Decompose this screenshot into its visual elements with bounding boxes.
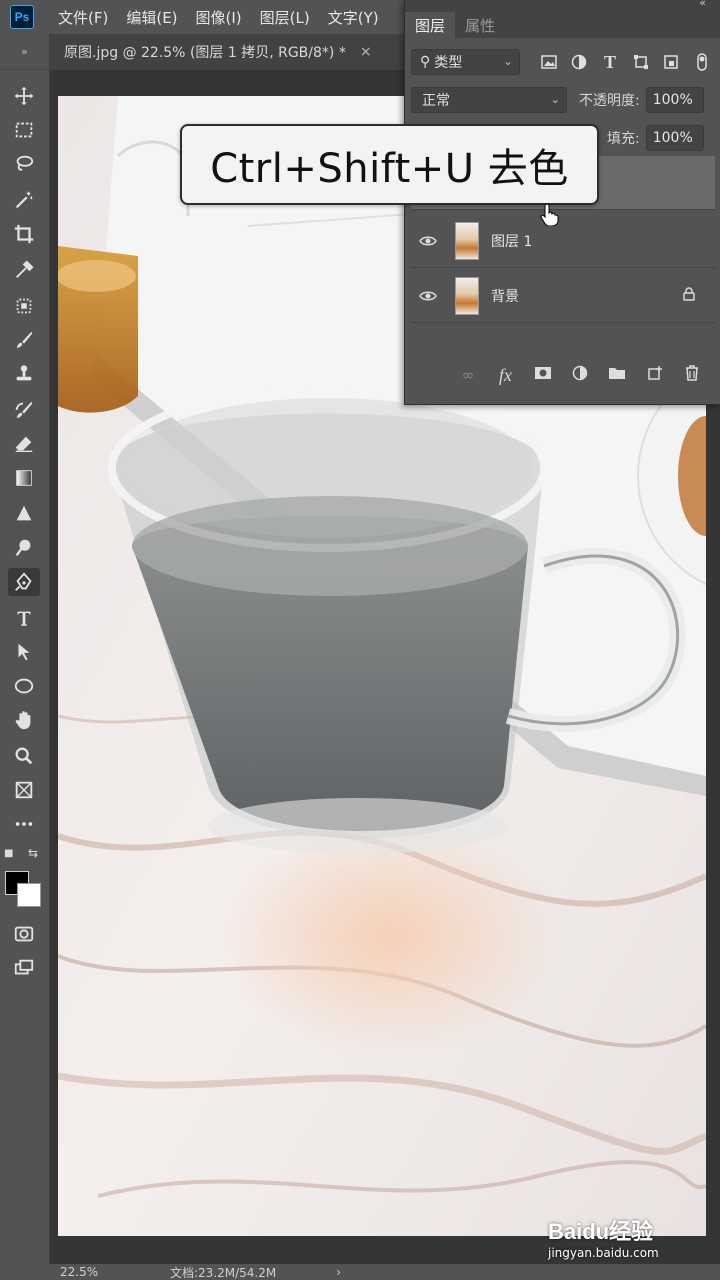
blur-tool-icon[interactable] <box>8 500 40 528</box>
layer-filter-select[interactable]: ⚲ 类型 ⌄ <box>411 49 520 75</box>
add-mask-icon[interactable] <box>530 366 556 384</box>
shape-filter-icon[interactable] <box>627 49 654 75</box>
gradient-tool-icon[interactable] <box>8 464 40 492</box>
adjustment-layer-icon[interactable] <box>567 365 593 385</box>
blend-mode-select[interactable]: 正常 ⌄ <box>411 87 567 113</box>
eyedropper-tool-icon[interactable] <box>8 256 40 284</box>
panel-tabs: 图层 属性 <box>405 12 720 38</box>
layer-thumbnail <box>455 221 479 260</box>
watermark-logo: Baidu经验 <box>548 1219 654 1244</box>
opacity-label: 不透明度: <box>579 93 640 109</box>
layer-name: 背景 <box>491 288 519 305</box>
folder-icon[interactable] <box>604 366 630 384</box>
caption-text: Ctrl+Shift+U 去色 <box>210 145 569 192</box>
photoshop-logo-icon: Ps <box>10 5 34 29</box>
path-selection-tool-icon[interactable] <box>8 638 40 666</box>
chevron-down-icon: ⌄ <box>503 55 513 68</box>
crop-tool-icon[interactable] <box>8 220 40 248</box>
visibility-eye-icon[interactable] <box>415 235 441 247</box>
more-tools-icon[interactable] <box>8 810 40 838</box>
tab-properties[interactable]: 属性 <box>455 12 505 38</box>
menu-image[interactable]: 图像(I) <box>196 7 242 28</box>
dodge-tool-icon[interactable] <box>8 534 40 562</box>
fx-icon[interactable]: fx <box>492 365 518 386</box>
screen-mode-icon[interactable] <box>8 954 40 982</box>
healing-brush-tool-icon[interactable] <box>8 292 40 320</box>
move-tool-icon[interactable] <box>8 82 40 110</box>
filter-toggle-icon[interactable] <box>688 49 715 75</box>
watermark: Baidu经验 jingyan.baidu.com <box>548 1214 688 1264</box>
layers-panel-footer: ∞ fx <box>455 360 715 390</box>
shortcut-caption: Ctrl+Shift+U 去色 <box>180 124 599 205</box>
layer-row[interactable]: 背景 <box>411 269 715 323</box>
background-color-swatch[interactable] <box>17 883 41 907</box>
visibility-eye-icon[interactable] <box>415 290 441 302</box>
type-filter-icon[interactable]: T <box>597 49 624 75</box>
zoom-tool-icon[interactable] <box>8 742 40 770</box>
stamp-tool-icon[interactable] <box>8 360 40 388</box>
close-icon[interactable]: × <box>360 44 372 60</box>
lasso-tool-icon[interactable] <box>8 150 40 178</box>
zoom-level[interactable]: 22.5% <box>60 1265 170 1279</box>
layer-thumbnail <box>455 276 479 315</box>
blend-row: 正常 ⌄ 不透明度: 100% <box>411 86 720 114</box>
fill-input[interactable]: 100% <box>645 125 704 151</box>
panel-header: « <box>405 0 720 12</box>
magic-wand-tool-icon[interactable] <box>8 186 40 214</box>
history-brush-tool-icon[interactable] <box>8 396 40 424</box>
document-tab-title: 原图.jpg @ 22.5% (图层 1 拷贝, RGB/8*) * <box>64 45 346 61</box>
image-filter-icon[interactable] <box>536 49 563 75</box>
layer-filter-row: ⚲ 类型 ⌄ T <box>411 48 715 76</box>
layer-row[interactable]: 图层 1 <box>411 214 715 268</box>
frame-tool-icon[interactable] <box>8 776 40 804</box>
search-icon: ⚲ <box>420 54 431 70</box>
swap-colors-icon[interactable]: ⇆ <box>28 846 38 860</box>
layer-filter-label: 类型 <box>434 55 463 71</box>
watermark-url: jingyan.baidu.com <box>548 1246 659 1260</box>
toolbar-expand-icon[interactable]: » <box>0 34 49 70</box>
menu-type[interactable]: 文字(Y) <box>328 7 379 28</box>
smart-object-filter-icon[interactable] <box>658 49 685 75</box>
new-layer-icon[interactable] <box>642 365 668 385</box>
trash-icon[interactable] <box>679 365 705 385</box>
pen-tool-icon[interactable] <box>8 568 40 596</box>
menu-layer[interactable]: 图层(L) <box>260 7 310 28</box>
type-tool-icon[interactable] <box>8 604 40 632</box>
menu-edit[interactable]: 编辑(E) <box>126 7 177 28</box>
document-info: 文档:23.2M/54.2M <box>170 1265 277 1280</box>
menu-file[interactable]: 文件(F) <box>58 7 108 28</box>
quick-mask-icon[interactable] <box>8 920 40 948</box>
fill-label: 填充: <box>607 131 640 147</box>
tab-layers[interactable]: 图层 <box>405 12 456 38</box>
link-layers-icon[interactable]: ∞ <box>455 366 481 384</box>
marquee-tool-icon[interactable] <box>8 116 40 144</box>
document-tab[interactable]: 原图.jpg @ 22.5% (图层 1 拷贝, RGB/8*) * × <box>50 34 410 70</box>
blend-mode-value: 正常 <box>422 93 450 109</box>
adjustment-filter-icon[interactable] <box>566 49 593 75</box>
ellipse-tool-icon[interactable] <box>8 672 40 700</box>
brush-tool-icon[interactable] <box>8 326 40 354</box>
default-colors-icon[interactable]: ■ <box>4 848 13 859</box>
collapse-panel-icon[interactable]: « <box>699 0 706 9</box>
mouse-cursor-icon <box>540 202 560 230</box>
opacity-input[interactable]: 100% <box>645 87 704 113</box>
chevron-down-icon: ⌄ <box>550 93 560 106</box>
eraser-tool-icon[interactable] <box>8 430 40 458</box>
hand-tool-icon[interactable] <box>8 706 40 734</box>
status-bar: 22.5% 文档:23.2M/54.2M › <box>50 1264 720 1280</box>
lock-icon <box>683 286 695 305</box>
status-menu-arrow[interactable]: › <box>336 1265 341 1279</box>
layer-name: 图层 1 <box>491 233 533 250</box>
